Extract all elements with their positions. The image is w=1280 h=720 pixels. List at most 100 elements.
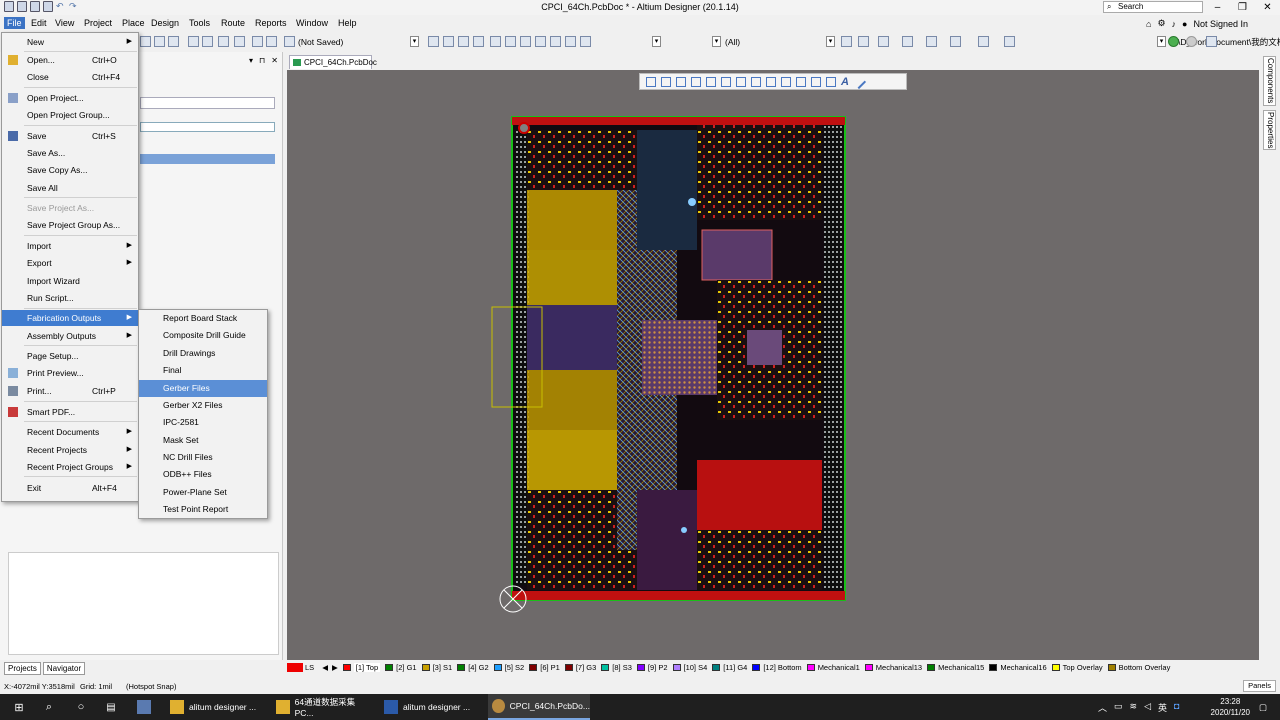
distribute-icon[interactable]: [902, 36, 913, 47]
forward-icon[interactable]: [1186, 36, 1197, 47]
menu-item-page-setup[interactable]: Page Setup...: [2, 348, 138, 364]
tab-navigator[interactable]: Navigator: [42, 662, 86, 675]
layer-tab-mech15[interactable]: Mechanical15: [938, 663, 984, 672]
submenu-item-report-board-stack[interactable]: Report Board Stack: [139, 310, 267, 327]
menu-item-save-project-group-as[interactable]: Save Project Group As...: [2, 217, 138, 233]
panel-close-icon[interactable]: ✕: [271, 56, 278, 65]
menu-file[interactable]: File: [4, 17, 25, 29]
room-icon[interactable]: [978, 36, 989, 47]
layer-prev-icon[interactable]: ◀: [322, 663, 328, 672]
menu-item-import-wizard[interactable]: Import Wizard: [2, 273, 138, 289]
security-icon[interactable]: ◘: [1174, 701, 1179, 714]
layer-set-label[interactable]: LS: [305, 663, 314, 672]
submenu-item-mask-set[interactable]: Mask Set: [139, 432, 267, 449]
submenu-item-drill-drawings[interactable]: Drill Drawings: [139, 345, 267, 362]
close-button[interactable]: ✕: [1255, 0, 1280, 15]
layer-tab-4[interactable]: [4] G2: [468, 663, 488, 672]
layer-tab-9[interactable]: [9] P2: [648, 663, 668, 672]
layer-tab-10[interactable]: [10] S4: [684, 663, 708, 672]
redo-icon[interactable]: [266, 36, 277, 47]
diff-pair-icon[interactable]: [443, 36, 454, 47]
menu-item-save-copy-as[interactable]: Save Copy As...: [2, 162, 138, 178]
tool-icon-a[interactable]: [841, 36, 852, 47]
menu-item-run-script[interactable]: Run Script...: [2, 290, 138, 306]
select-icon[interactable]: [188, 36, 199, 47]
taskbar-item-word[interactable]: alitum designer ...: [380, 694, 480, 720]
back-icon[interactable]: [1168, 36, 1179, 47]
filter-clear-icon[interactable]: [234, 36, 245, 47]
filter-dropdown[interactable]: ▾: [712, 36, 721, 47]
layer-next-icon[interactable]: ▶: [332, 663, 338, 672]
submenu-item-composite-drill-guide[interactable]: Composite Drill Guide: [139, 327, 267, 344]
pcb-board[interactable]: [287, 70, 1259, 660]
menu-view[interactable]: View: [52, 17, 77, 29]
menu-item-assembly-outputs[interactable]: Assembly Outputs ▶: [2, 328, 138, 344]
layer-tab-2[interactable]: [2] G1: [396, 663, 416, 672]
panel-menu-icon[interactable]: ▾: [249, 56, 253, 65]
ime-indicator[interactable]: 英: [1158, 701, 1167, 714]
selected-project-row[interactable]: [140, 154, 275, 164]
project-tree-area[interactable]: [8, 552, 279, 655]
refresh-icon[interactable]: [1206, 36, 1217, 47]
wifi-icon[interactable]: ≋: [1130, 701, 1138, 714]
menu-item-save-project-as[interactable]: Save Project As...: [2, 200, 138, 216]
menu-item-new[interactable]: New ▶: [2, 34, 138, 50]
layer-tab-mech16[interactable]: Mechanical16: [1000, 663, 1046, 672]
text-icon[interactable]: [565, 36, 576, 47]
misc-icon[interactable]: [1004, 36, 1015, 47]
grid-icon[interactable]: [950, 36, 961, 47]
home-icon[interactable]: ⌂: [1146, 19, 1151, 29]
search-taskbar-icon[interactable]: ⌕: [38, 694, 60, 720]
arc-icon[interactable]: [520, 36, 531, 47]
menu-item-fabrication-outputs[interactable]: Fabrication Outputs ▶: [2, 310, 138, 326]
move-icon[interactable]: [202, 36, 213, 47]
layer-tab-12[interactable]: [12] Bottom: [763, 663, 801, 672]
layer-tab-3[interactable]: [3] S1: [433, 663, 453, 672]
layer-tab-8[interactable]: [8] S3: [612, 663, 632, 672]
volume-icon[interactable]: ◁: [1144, 701, 1151, 714]
panels-button[interactable]: Panels: [1243, 680, 1276, 692]
layer-tab-top-overlay[interactable]: Top Overlay: [1063, 663, 1103, 672]
layer-tab-6[interactable]: [6] P1: [540, 663, 560, 672]
menu-tools[interactable]: Tools: [186, 17, 213, 29]
region-icon[interactable]: [550, 36, 561, 47]
panel-filter-field[interactable]: [140, 122, 275, 132]
submenu-item-test-point-report[interactable]: Test Point Report: [139, 501, 267, 518]
taskbar-item-altium[interactable]: CPCI_64Ch.PcbDo...: [488, 694, 590, 720]
gear-icon[interactable]: ⚙: [1157, 18, 1165, 29]
menu-project[interactable]: Project: [81, 17, 115, 29]
submenu-item-final[interactable]: Final: [139, 362, 267, 379]
menu-item-close[interactable]: Close Ctrl+F4: [2, 69, 138, 85]
cut-icon[interactable]: [140, 36, 151, 47]
layer-tab-11[interactable]: [11] G4: [723, 663, 747, 672]
cortana-icon[interactable]: ○: [70, 694, 92, 720]
panel-search-input[interactable]: [140, 97, 275, 109]
submenu-item-gerber-x2-files[interactable]: Gerber X2 Files: [139, 397, 267, 414]
menu-item-open[interactable]: Open... Ctrl+O: [2, 52, 138, 68]
path-dropdown[interactable]: ▾: [1157, 36, 1166, 47]
menu-edit[interactable]: Edit: [28, 17, 50, 29]
layer-tab-mech1[interactable]: Mechanical1: [818, 663, 860, 672]
tab-projects[interactable]: Projects: [4, 662, 41, 675]
task-view-icon[interactable]: ▤: [100, 694, 122, 720]
search-input[interactable]: ⌕ Search: [1103, 1, 1203, 13]
components-panel-tab[interactable]: Components: [1263, 56, 1276, 106]
submenu-item-power-plane-set[interactable]: Power-Plane Set: [139, 484, 267, 501]
menu-item-save[interactable]: Save Ctrl+S: [2, 128, 138, 144]
menu-item-open-project[interactable]: Open Project...: [2, 90, 138, 106]
clock[interactable]: 23:28 2020/11/20: [1211, 696, 1250, 718]
menu-item-smart-pdf[interactable]: Smart PDF...: [2, 404, 138, 420]
tool-icon-b[interactable]: [858, 36, 869, 47]
layer-dropdown[interactable]: ▾: [652, 36, 661, 47]
menu-item-recent-project-groups[interactable]: Recent Project Groups ▶: [2, 459, 138, 475]
pcb-canvas[interactable]: A: [287, 70, 1259, 660]
align-icon[interactable]: [878, 36, 889, 47]
track-icon[interactable]: [458, 36, 469, 47]
start-icon[interactable]: ⊞: [8, 694, 30, 720]
submenu-item-nc-drill-files[interactable]: NC Drill Files: [139, 449, 267, 466]
menu-item-export[interactable]: Export ▶: [2, 255, 138, 271]
network-icon[interactable]: ▭: [1114, 701, 1123, 714]
interactive-route-icon[interactable]: [473, 36, 484, 47]
menu-design[interactable]: Design: [148, 17, 182, 29]
menu-item-open-project-group[interactable]: Open Project Group...: [2, 107, 138, 123]
